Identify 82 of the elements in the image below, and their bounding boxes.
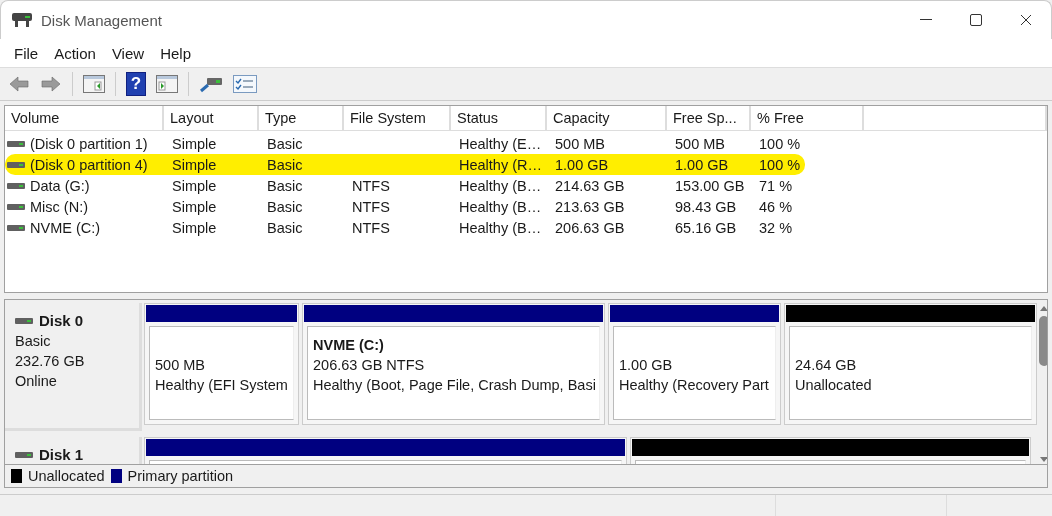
maximize-icon [970, 14, 982, 26]
column-header[interactable]: Capacity [547, 106, 667, 130]
table-cell-text: Healthy (R… [458, 156, 543, 173]
disk-name: Disk 0 [39, 311, 84, 331]
table-cell-text: NTFS [351, 219, 391, 236]
column-header[interactable]: Free Sp... [667, 106, 751, 130]
partition-size: 500 MB [155, 356, 206, 375]
partition-block[interactable]: NVME (C:) 206.63 GB NTFS Healthy (Boot, Page File, Crash Dump, Basi [302, 303, 605, 425]
legend-label: Unallocated [28, 468, 105, 484]
scroll-down-icon[interactable] [1039, 456, 1047, 464]
column-header[interactable]: Layout [164, 106, 259, 130]
table-cell-text: 213.63 GB [554, 198, 626, 215]
column-header[interactable]: % Free [751, 106, 864, 130]
partition-size: 1.00 GB [619, 356, 674, 375]
panel-icon[interactable] [156, 74, 178, 94]
table-cell-text: 100 % [758, 156, 802, 173]
partition-status: Unallocated [795, 376, 873, 395]
table-cell-text: Basic [266, 177, 304, 194]
menu-item[interactable]: File [6, 42, 47, 64]
partition-block[interactable]: 24.64 GB Unallocated [784, 303, 1037, 425]
table-cell-text: 1.00 GB [674, 156, 730, 173]
table-cell-text: Simple [171, 219, 218, 236]
menu-item[interactable]: Action [46, 42, 104, 64]
column-header[interactable]: Status [451, 106, 547, 130]
partition-size: 24.64 GB [795, 356, 858, 375]
partition-block[interactable]: 1.00 GB Healthy (Recovery Part [608, 303, 781, 425]
table-cell-text: NTFS [351, 177, 391, 194]
table-cell-text: Simple [171, 156, 218, 173]
table-cell-text: 214.63 GB [554, 177, 626, 194]
scroll-up-icon[interactable] [1039, 304, 1047, 312]
disk-name: Disk 1 [39, 445, 84, 464]
table-cell: (Disk 0 partition 1) [5, 135, 164, 152]
table-cell: (Disk 0 partition 4) [5, 156, 164, 173]
table-cell-text: Basic [266, 198, 304, 215]
table-cell-text: Basic [266, 135, 304, 152]
partition-size: 206.63 GB NTFS [313, 356, 426, 375]
table-cell-text: NTFS [351, 198, 391, 215]
table-cell-text: 100 % [758, 135, 802, 152]
disk-label-panel[interactable]: Disk 0 Basic 232.76 GB Online [5, 303, 142, 431]
table-cell: NVME (C:) [5, 219, 164, 236]
help-icon[interactable]: ? [126, 72, 146, 96]
table-cell-text: Basic [266, 219, 304, 236]
partition-status: Healthy (Boot, Page File, Crash Dump, Basi [313, 376, 597, 395]
panel-icon[interactable] [83, 74, 105, 94]
window-title: Disk Management [41, 11, 162, 29]
disk-info: 232.76 GB [15, 352, 86, 371]
table-cell-text: Healthy (B… [458, 198, 543, 215]
table-cell-text: 500 MB [554, 135, 606, 152]
table-cell-text: Simple [171, 177, 218, 194]
table-cell-text: Healthy (B… [458, 219, 543, 236]
table-cell-text: Healthy (B… [458, 177, 543, 194]
table-cell-text: 98.43 GB [674, 198, 738, 215]
partition-block[interactable]: 500 MB Healthy (EFI System [144, 303, 299, 425]
close-icon [1020, 14, 1032, 26]
table-cell-text: 71 % [758, 177, 794, 194]
table-cell-text: 46 % [758, 198, 794, 215]
disk-info: Basic [15, 332, 52, 351]
table-cell-text: Healthy (E… [458, 135, 543, 152]
partition-name: NVME (C:) [313, 337, 384, 353]
disk-info: Online [15, 372, 58, 391]
column-header[interactable]: Type [259, 106, 344, 130]
table-cell-text: 153.00 GB [674, 177, 746, 194]
legend-label: Primary partition [127, 468, 234, 484]
table-cell-text: Basic [266, 156, 304, 173]
column-header[interactable]: File System [344, 106, 451, 130]
minimize-icon [920, 19, 932, 21]
menu-item[interactable]: Help [152, 42, 199, 64]
table-cell-text: 500 MB [674, 135, 726, 152]
partition-status: Healthy (Recovery Part [619, 376, 770, 395]
table-cell-text: Simple [171, 135, 218, 152]
checklist-icon[interactable] [233, 74, 257, 94]
partition-status: Healthy (EFI System [155, 376, 289, 395]
table-cell-text: 206.63 GB [554, 219, 626, 236]
column-header[interactable]: Volume [5, 106, 164, 130]
table-cell-text: 65.16 GB [674, 219, 738, 236]
table-cell: Misc (N:) [5, 198, 164, 215]
table-cell-text: Simple [171, 198, 218, 215]
app-disk-icon [11, 11, 33, 29]
table-cell: Data (G:) [5, 177, 164, 194]
table-cell-text: 1.00 GB [554, 156, 610, 173]
menu-item[interactable]: View [103, 42, 153, 64]
table-cell-text: 32 % [758, 219, 794, 236]
